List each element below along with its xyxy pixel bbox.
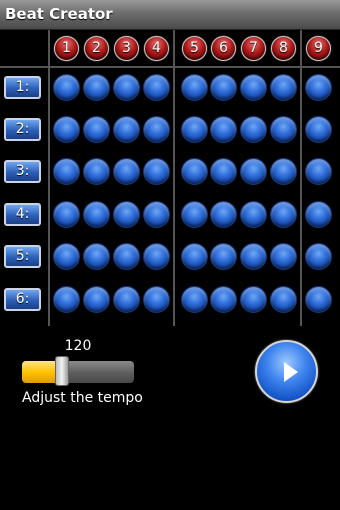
beat-pad[interactable] [143, 116, 170, 143]
beat-pad[interactable] [210, 116, 237, 143]
beat-pad[interactable] [83, 158, 110, 185]
beat-pad[interactable] [305, 286, 332, 313]
beat-pad[interactable] [143, 201, 170, 228]
beat-pad[interactable] [210, 286, 237, 313]
beat-pad[interactable] [181, 243, 208, 270]
beat-pad[interactable] [210, 201, 237, 228]
beat-pad[interactable] [113, 286, 140, 313]
row-button-3[interactable]: 3: [4, 160, 41, 183]
title-bar: Beat Creator [0, 0, 340, 30]
beat-pad[interactable] [210, 74, 237, 101]
tempo-label: Adjust the tempo [22, 390, 143, 406]
beat-pad[interactable] [305, 116, 332, 143]
beat-pad[interactable] [240, 74, 267, 101]
row-button-5[interactable]: 5: [4, 245, 41, 268]
step-button-1[interactable]: 1 [54, 36, 79, 61]
beat-pad[interactable] [270, 243, 297, 270]
beat-pad[interactable] [113, 116, 140, 143]
row-button-6[interactable]: 6: [4, 288, 41, 311]
beat-pad[interactable] [270, 74, 297, 101]
row-button-1[interactable]: 1: [4, 76, 41, 99]
step-button-8[interactable]: 8 [271, 36, 296, 61]
step-button-6[interactable]: 6 [211, 36, 236, 61]
beat-pad[interactable] [270, 116, 297, 143]
play-icon [284, 362, 298, 382]
beat-pad[interactable] [113, 201, 140, 228]
beat-pad[interactable] [181, 286, 208, 313]
beat-pad[interactable] [83, 286, 110, 313]
grid-divider [173, 30, 175, 326]
beat-pad[interactable] [210, 243, 237, 270]
beat-pad[interactable] [53, 158, 80, 185]
beat-pad[interactable] [240, 201, 267, 228]
beat-pad[interactable] [181, 116, 208, 143]
beat-pad[interactable] [53, 201, 80, 228]
beat-pad[interactable] [181, 201, 208, 228]
beat-pad[interactable] [210, 158, 237, 185]
row-button-2[interactable]: 2: [4, 118, 41, 141]
beat-pad[interactable] [240, 286, 267, 313]
step-button-2[interactable]: 2 [84, 36, 109, 61]
beat-pad[interactable] [83, 243, 110, 270]
beat-pad[interactable] [305, 74, 332, 101]
beat-pad[interactable] [113, 74, 140, 101]
beat-pad[interactable] [53, 286, 80, 313]
beat-pad[interactable] [83, 74, 110, 101]
beat-pad[interactable] [113, 158, 140, 185]
beat-pad[interactable] [240, 116, 267, 143]
grid-divider [0, 66, 340, 68]
play-button[interactable] [255, 340, 318, 403]
step-button-3[interactable]: 3 [114, 36, 139, 61]
beat-pad[interactable] [83, 201, 110, 228]
beat-pad[interactable] [305, 201, 332, 228]
step-button-5[interactable]: 5 [182, 36, 207, 61]
beat-pad[interactable] [240, 158, 267, 185]
beat-pad[interactable] [143, 158, 170, 185]
tempo-slider-thumb[interactable] [54, 356, 69, 386]
row-button-4[interactable]: 4: [4, 203, 41, 226]
beat-pad[interactable] [305, 243, 332, 270]
beat-pad[interactable] [181, 74, 208, 101]
step-button-9[interactable]: 9 [306, 36, 331, 61]
beat-pad[interactable] [143, 243, 170, 270]
beat-pad[interactable] [270, 158, 297, 185]
beat-pad[interactable] [53, 116, 80, 143]
beat-pad[interactable] [83, 116, 110, 143]
beat-pad[interactable] [181, 158, 208, 185]
beat-pad[interactable] [143, 286, 170, 313]
beat-pad[interactable] [270, 286, 297, 313]
step-button-4[interactable]: 4 [144, 36, 169, 61]
beat-pad[interactable] [113, 243, 140, 270]
tempo-slider-fill [22, 361, 56, 383]
beat-pad[interactable] [53, 243, 80, 270]
beat-pad[interactable] [305, 158, 332, 185]
step-button-7[interactable]: 7 [241, 36, 266, 61]
beat-pad[interactable] [143, 74, 170, 101]
tempo-slider-track[interactable] [22, 361, 134, 383]
tempo-value: 120 [64, 338, 92, 354]
app-title: Beat Creator [5, 5, 113, 23]
beat-pad[interactable] [53, 74, 80, 101]
grid-divider [300, 30, 302, 326]
beat-pad[interactable] [270, 201, 297, 228]
grid-divider [48, 30, 50, 326]
beat-pad[interactable] [240, 243, 267, 270]
